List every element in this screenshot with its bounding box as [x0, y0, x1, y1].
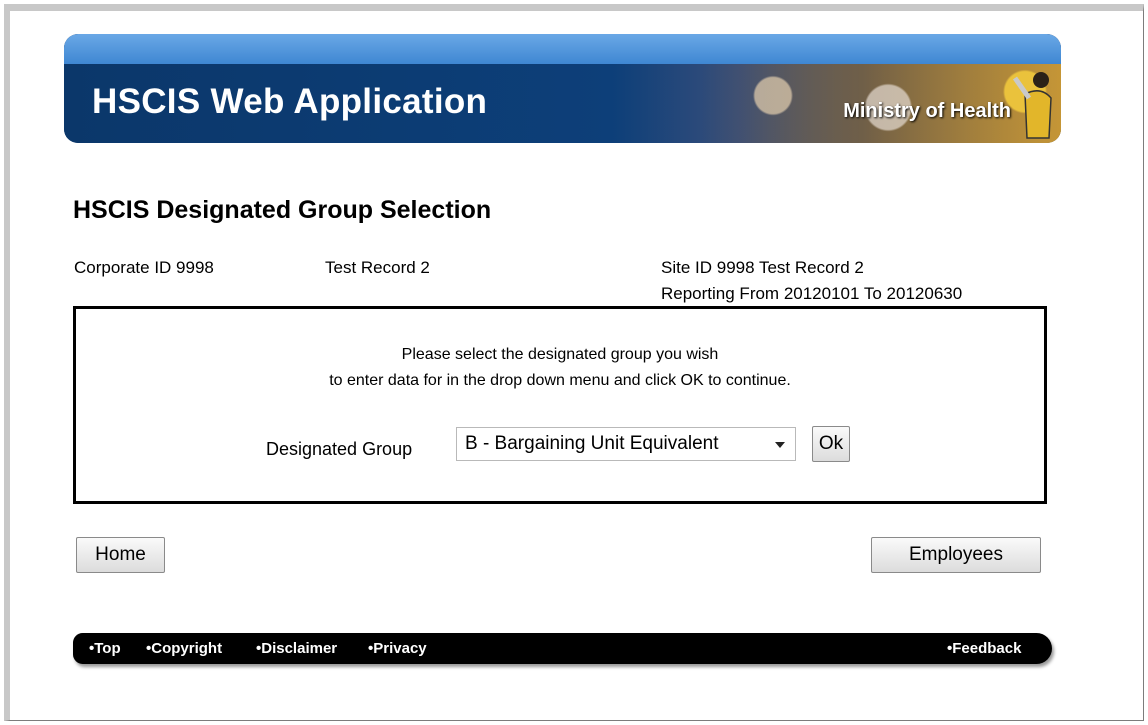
- figure-illustration-icon: [1012, 72, 1052, 139]
- designated-group-select[interactable]: B - Bargaining Unit Equivalent: [456, 427, 796, 461]
- ministry-name: Ministry of Health: [843, 100, 1011, 122]
- site-id: Site ID 9998 Test Record 2: [661, 258, 864, 277]
- footer-link-disclaimer[interactable]: •Disclaimer: [256, 640, 337, 657]
- footer-link-feedback[interactable]: •Feedback: [947, 640, 1021, 657]
- footer-link-copyright[interactable]: •Copyright: [146, 640, 222, 657]
- footer-link-top[interactable]: •Top: [89, 640, 121, 657]
- app-title: HSCIS Web Application: [92, 82, 488, 121]
- home-button[interactable]: Home: [76, 537, 165, 573]
- footer-link-privacy[interactable]: •Privacy: [368, 640, 427, 657]
- designated-group-selected-value: B - Bargaining Unit Equivalent: [465, 433, 719, 454]
- reporting-period: Reporting From 20120101 To 20120630: [661, 284, 963, 303]
- footer-bar: •Top •Copyright •Disclaimer •Privacy •Fe…: [73, 633, 1052, 664]
- banner-top-bar: [64, 34, 1061, 64]
- corporate-id: Corporate ID 9998: [74, 258, 214, 277]
- selection-panel: Please select the designated group you w…: [73, 306, 1047, 504]
- corporate-name: Test Record 2: [325, 258, 430, 277]
- designated-group-label: Designated Group: [266, 439, 413, 459]
- instruction-line-1: Please select the designated group you w…: [401, 346, 719, 363]
- page-title: HSCIS Designated Group Selection: [73, 196, 492, 224]
- dropdown-arrow-icon[interactable]: [775, 442, 785, 448]
- ok-button[interactable]: Ok: [812, 426, 850, 462]
- header-banner: HSCIS Web Application Ministry of Health: [64, 34, 1061, 143]
- instruction-line-2: to enter data for in the drop down menu …: [329, 372, 791, 389]
- employees-button[interactable]: Employees: [871, 537, 1041, 573]
